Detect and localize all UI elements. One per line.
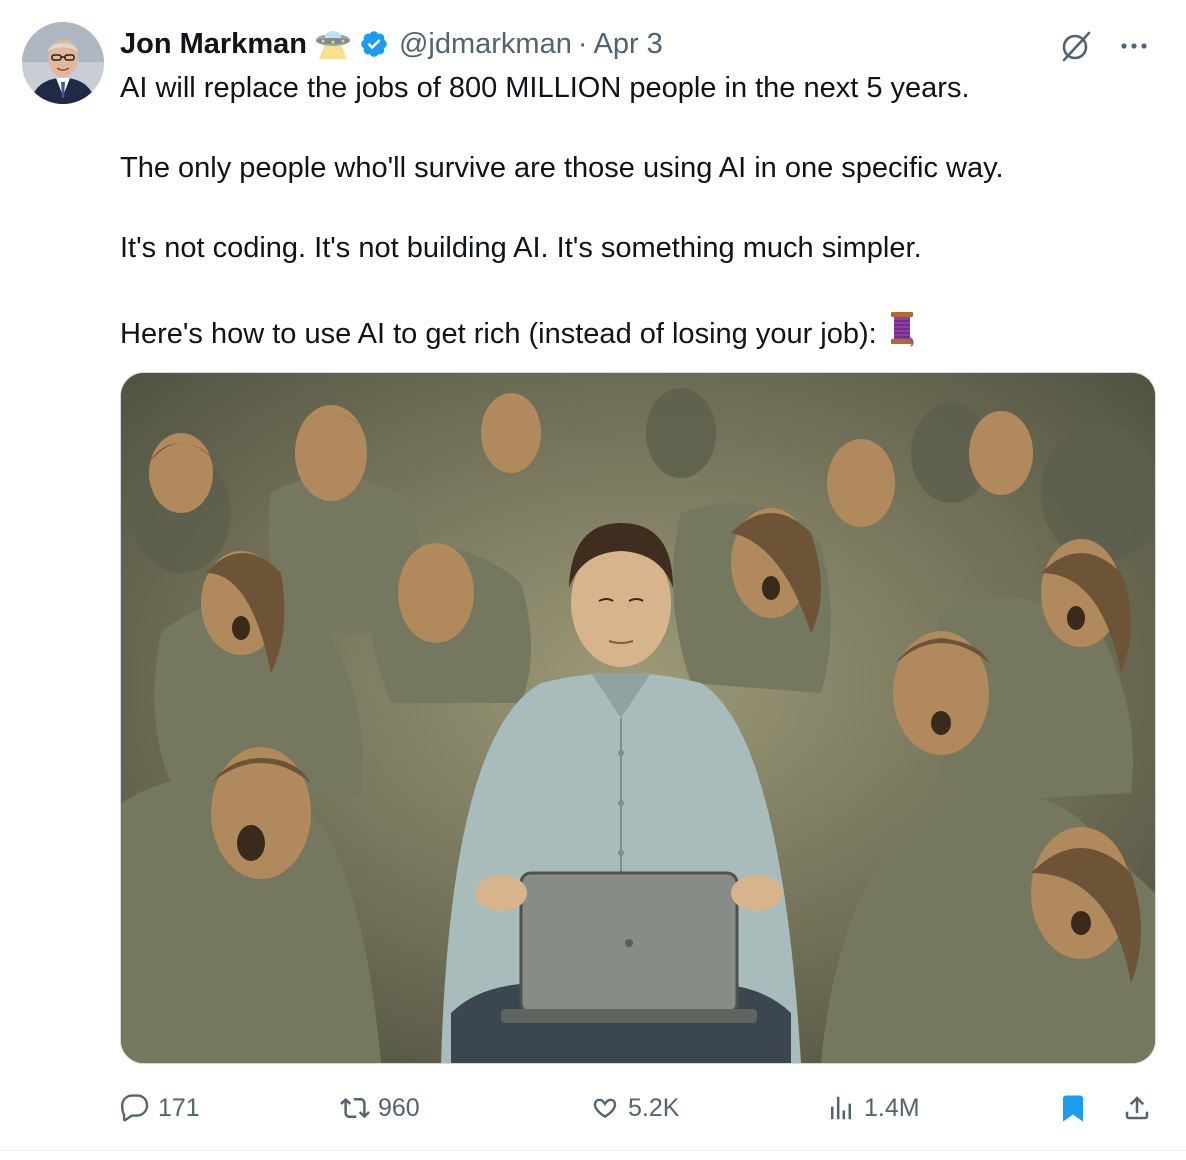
bookmark-button[interactable] xyxy=(1058,1088,1088,1128)
like-button[interactable]: 5.2K xyxy=(590,1088,679,1128)
ufo-icon xyxy=(313,28,353,60)
repost-icon xyxy=(340,1097,370,1119)
share-button[interactable] xyxy=(1122,1088,1152,1128)
divider xyxy=(0,1150,1186,1151)
tweet-image[interactable] xyxy=(120,372,1156,1064)
tweet-paragraph: AI will replace the jobs of 800 MILLION … xyxy=(120,72,970,104)
avatar[interactable] xyxy=(22,22,104,104)
reply-button[interactable]: 171 xyxy=(120,1088,200,1128)
reply-icon xyxy=(121,1094,149,1122)
grok-icon[interactable] xyxy=(1058,28,1094,69)
separator-dot: · xyxy=(577,27,588,60)
repost-button[interactable]: 960 xyxy=(340,1088,420,1128)
more-options-icon[interactable] xyxy=(1116,28,1152,69)
tweet-top-actions xyxy=(1058,28,1152,69)
heart-icon xyxy=(593,1098,617,1118)
tweet-paragraph: Here's how to use AI to get rich (instea… xyxy=(120,317,877,350)
tweet-paragraph-with-emoji: Here's how to use AI to get rich (instea… xyxy=(120,308,917,359)
repost-count: 960 xyxy=(378,1093,420,1122)
tweet-paragraph: The only people who'll survive are those… xyxy=(120,152,1004,184)
views-count: 1.4M xyxy=(864,1093,920,1122)
thread-spool-icon xyxy=(877,308,917,359)
reply-count: 171 xyxy=(158,1093,200,1122)
views-icon xyxy=(831,1096,851,1120)
views-button[interactable]: 1.4M xyxy=(826,1088,920,1128)
author-name[interactable]: Jon Markman xyxy=(120,28,307,61)
like-count: 5.2K xyxy=(628,1093,680,1122)
tweet-paragraph: It's not coding. It's not building AI. I… xyxy=(120,232,922,264)
bookmark-icon xyxy=(1063,1095,1083,1122)
tweet-actions: 171 960 5.2K 1.4M xyxy=(120,1088,1160,1128)
tweet: Jon Markman @jdmarkman · Apr 3 AI will r… xyxy=(0,0,1186,1160)
tweet-header: Jon Markman @jdmarkman · Apr 3 xyxy=(120,24,663,64)
author-handle[interactable]: @jdmarkman xyxy=(399,28,572,61)
illustration-image xyxy=(121,373,1155,1063)
tweet-date[interactable]: Apr 3 xyxy=(594,28,663,61)
verified-badge-icon[interactable] xyxy=(359,29,389,59)
share-icon xyxy=(1125,1096,1149,1120)
